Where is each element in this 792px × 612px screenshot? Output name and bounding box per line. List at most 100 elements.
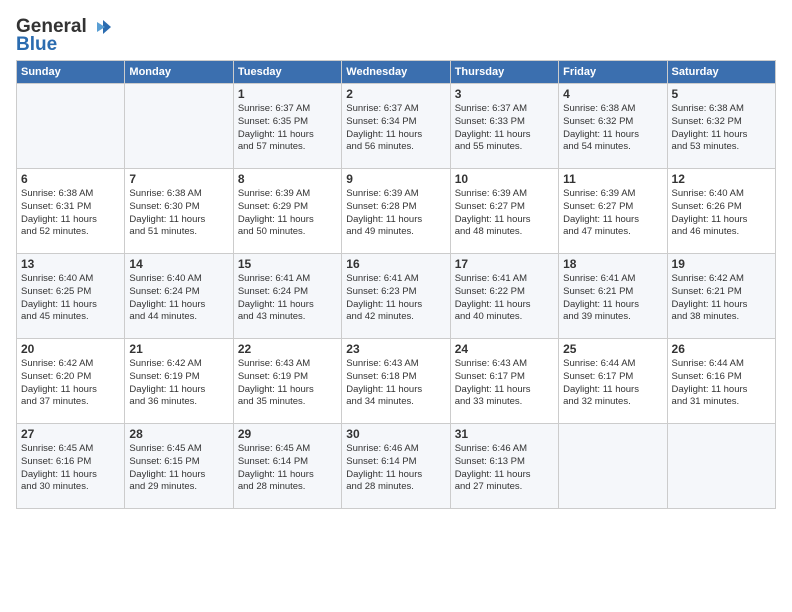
day-number: 31 — [455, 427, 554, 441]
calendar-cell: 28 Sunrise: 6:45 AMSunset: 6:15 PMDayligh… — [125, 424, 233, 509]
day-number: 24 — [455, 342, 554, 356]
cell-info: Sunrise: 6:38 AMSunset: 6:31 PMDaylight:… — [21, 188, 120, 239]
day-number: 30 — [346, 427, 445, 441]
calendar-cell: 31 Sunrise: 6:46 AMSunset: 6:13 PMDayligh… — [450, 424, 558, 509]
calendar-cell: 25Sunrise: 6:44 AMSunset: 6:17 PMDayligh… — [559, 339, 667, 424]
day-number: 17 — [455, 257, 554, 271]
cell-info: Sunrise: 6:41 AMSunset: 6:24 PMDaylight:… — [238, 273, 337, 324]
calendar-cell: 30 Sunrise: 6:46 AMSunset: 6:14 PMDayligh… — [342, 424, 450, 509]
day-number: 20 — [21, 342, 120, 356]
calendar-cell: 22Sunrise: 6:43 AMSunset: 6:19 PMDayligh… — [233, 339, 341, 424]
calendar-cell: 11 Sunrise: 6:39 AMSunset: 6:27 PMDayligh… — [559, 169, 667, 254]
calendar-cell — [125, 84, 233, 169]
cell-info: Sunrise: 6:45 AMSunset: 6:15 PMDaylight:… — [129, 443, 228, 494]
cell-info: Sunrise: 6:40 AMSunset: 6:25 PMDaylight:… — [21, 273, 120, 324]
calendar-cell: 6 Sunrise: 6:38 AMSunset: 6:31 PMDaylight… — [17, 169, 125, 254]
cell-info: Sunrise: 6:38 AMSunset: 6:32 PMDaylight:… — [563, 103, 662, 154]
day-number: 23 — [346, 342, 445, 356]
calendar-header-row: SundayMondayTuesdayWednesdayThursdayFrid… — [17, 61, 776, 84]
calendar-table: SundayMondayTuesdayWednesdayThursdayFrid… — [16, 60, 776, 509]
day-number: 7 — [129, 172, 228, 186]
calendar-week-1: 1 Sunrise: 6:37 AMSunset: 6:35 PMDaylight… — [17, 84, 776, 169]
calendar-cell: 15 Sunrise: 6:41 AMSunset: 6:24 PMDayligh… — [233, 254, 341, 339]
day-number: 18 — [563, 257, 662, 271]
day-number: 13 — [21, 257, 120, 271]
cell-info: Sunrise: 6:39 AMSunset: 6:28 PMDaylight:… — [346, 188, 445, 239]
logo-icon — [89, 16, 111, 38]
calendar-cell — [559, 424, 667, 509]
calendar-week-3: 13 Sunrise: 6:40 AMSunset: 6:25 PMDayligh… — [17, 254, 776, 339]
cell-info: Sunrise: 6:38 AMSunset: 6:30 PMDaylight:… — [129, 188, 228, 239]
day-number: 21 — [129, 342, 228, 356]
weekday-header-thursday: Thursday — [450, 61, 558, 84]
day-number: 14 — [129, 257, 228, 271]
calendar-cell: 10 Sunrise: 6:39 AMSunset: 6:27 PMDayligh… — [450, 169, 558, 254]
cell-info: Sunrise: 6:43 AMSunset: 6:18 PMDaylight:… — [346, 358, 445, 409]
cell-info: Sunrise: 6:40 AMSunset: 6:24 PMDaylight:… — [129, 273, 228, 324]
logo: General Blue — [16, 16, 111, 56]
calendar-cell: 12Sunrise: 6:40 AMSunset: 6:26 PMDayligh… — [667, 169, 775, 254]
cell-info: Sunrise: 6:44 AMSunset: 6:17 PMDaylight:… — [563, 358, 662, 409]
day-number: 2 — [346, 87, 445, 101]
cell-info: Sunrise: 6:44 AMSunset: 6:16 PMDaylight:… — [672, 358, 771, 409]
day-number: 10 — [455, 172, 554, 186]
calendar-week-2: 6 Sunrise: 6:38 AMSunset: 6:31 PMDaylight… — [17, 169, 776, 254]
day-number: 3 — [455, 87, 554, 101]
calendar-cell: 7 Sunrise: 6:38 AMSunset: 6:30 PMDaylight… — [125, 169, 233, 254]
cell-info: Sunrise: 6:37 AMSunset: 6:34 PMDaylight:… — [346, 103, 445, 154]
calendar-cell: 18Sunrise: 6:41 AMSunset: 6:21 PMDayligh… — [559, 254, 667, 339]
page-header: General Blue — [16, 16, 776, 56]
cell-info: Sunrise: 6:41 AMSunset: 6:23 PMDaylight:… — [346, 273, 445, 324]
calendar-cell: 24 Sunrise: 6:43 AMSunset: 6:17 PMDayligh… — [450, 339, 558, 424]
cell-info: Sunrise: 6:39 AMSunset: 6:27 PMDaylight:… — [455, 188, 554, 239]
calendar-cell — [667, 424, 775, 509]
day-number: 26 — [672, 342, 771, 356]
cell-info: Sunrise: 6:37 AMSunset: 6:33 PMDaylight:… — [455, 103, 554, 154]
calendar-cell: 26 Sunrise: 6:44 AMSunset: 6:16 PMDayligh… — [667, 339, 775, 424]
calendar-week-4: 20 Sunrise: 6:42 AMSunset: 6:20 PMDayligh… — [17, 339, 776, 424]
cell-info: Sunrise: 6:39 AMSunset: 6:27 PMDaylight:… — [563, 188, 662, 239]
cell-info: Sunrise: 6:38 AMSunset: 6:32 PMDaylight:… — [672, 103, 771, 154]
day-number: 11 — [563, 172, 662, 186]
calendar-cell: 2 Sunrise: 6:37 AMSunset: 6:34 PMDaylight… — [342, 84, 450, 169]
cell-info: Sunrise: 6:41 AMSunset: 6:22 PMDaylight:… — [455, 273, 554, 324]
weekday-header-saturday: Saturday — [667, 61, 775, 84]
day-number: 12 — [672, 172, 771, 186]
cell-info: Sunrise: 6:45 AMSunset: 6:14 PMDaylight:… — [238, 443, 337, 494]
day-number: 4 — [563, 87, 662, 101]
calendar-cell: 13 Sunrise: 6:40 AMSunset: 6:25 PMDayligh… — [17, 254, 125, 339]
calendar-cell: 20 Sunrise: 6:42 AMSunset: 6:20 PMDayligh… — [17, 339, 125, 424]
cell-info: Sunrise: 6:46 AMSunset: 6:13 PMDaylight:… — [455, 443, 554, 494]
weekday-header-wednesday: Wednesday — [342, 61, 450, 84]
cell-info: Sunrise: 6:37 AMSunset: 6:35 PMDaylight:… — [238, 103, 337, 154]
cell-info: Sunrise: 6:42 AMSunset: 6:20 PMDaylight:… — [21, 358, 120, 409]
cell-info: Sunrise: 6:42 AMSunset: 6:19 PMDaylight:… — [129, 358, 228, 409]
weekday-header-monday: Monday — [125, 61, 233, 84]
calendar-cell: 16 Sunrise: 6:41 AMSunset: 6:23 PMDayligh… — [342, 254, 450, 339]
calendar-week-5: 27 Sunrise: 6:45 AMSunset: 6:16 PMDayligh… — [17, 424, 776, 509]
day-number: 29 — [238, 427, 337, 441]
day-number: 16 — [346, 257, 445, 271]
cell-info: Sunrise: 6:46 AMSunset: 6:14 PMDaylight:… — [346, 443, 445, 494]
day-number: 1 — [238, 87, 337, 101]
day-number: 6 — [21, 172, 120, 186]
calendar-cell: 17 Sunrise: 6:41 AMSunset: 6:22 PMDayligh… — [450, 254, 558, 339]
calendar-cell: 23 Sunrise: 6:43 AMSunset: 6:18 PMDayligh… — [342, 339, 450, 424]
calendar-cell: 29 Sunrise: 6:45 AMSunset: 6:14 PMDayligh… — [233, 424, 341, 509]
day-number: 9 — [346, 172, 445, 186]
logo-blue: Blue — [16, 34, 57, 56]
day-number: 19 — [672, 257, 771, 271]
day-number: 27 — [21, 427, 120, 441]
calendar-cell: 9 Sunrise: 6:39 AMSunset: 6:28 PMDaylight… — [342, 169, 450, 254]
cell-info: Sunrise: 6:42 AMSunset: 6:21 PMDaylight:… — [672, 273, 771, 324]
calendar-cell: 19 Sunrise: 6:42 AMSunset: 6:21 PMDayligh… — [667, 254, 775, 339]
weekday-header-friday: Friday — [559, 61, 667, 84]
weekday-header-sunday: Sunday — [17, 61, 125, 84]
cell-info: Sunrise: 6:45 AMSunset: 6:16 PMDaylight:… — [21, 443, 120, 494]
cell-info: Sunrise: 6:43 AMSunset: 6:17 PMDaylight:… — [455, 358, 554, 409]
calendar-cell: 3 Sunrise: 6:37 AMSunset: 6:33 PMDaylight… — [450, 84, 558, 169]
day-number: 15 — [238, 257, 337, 271]
cell-info: Sunrise: 6:39 AMSunset: 6:29 PMDaylight:… — [238, 188, 337, 239]
calendar-cell: 8Sunrise: 6:39 AMSunset: 6:29 PMDaylight… — [233, 169, 341, 254]
day-number: 28 — [129, 427, 228, 441]
